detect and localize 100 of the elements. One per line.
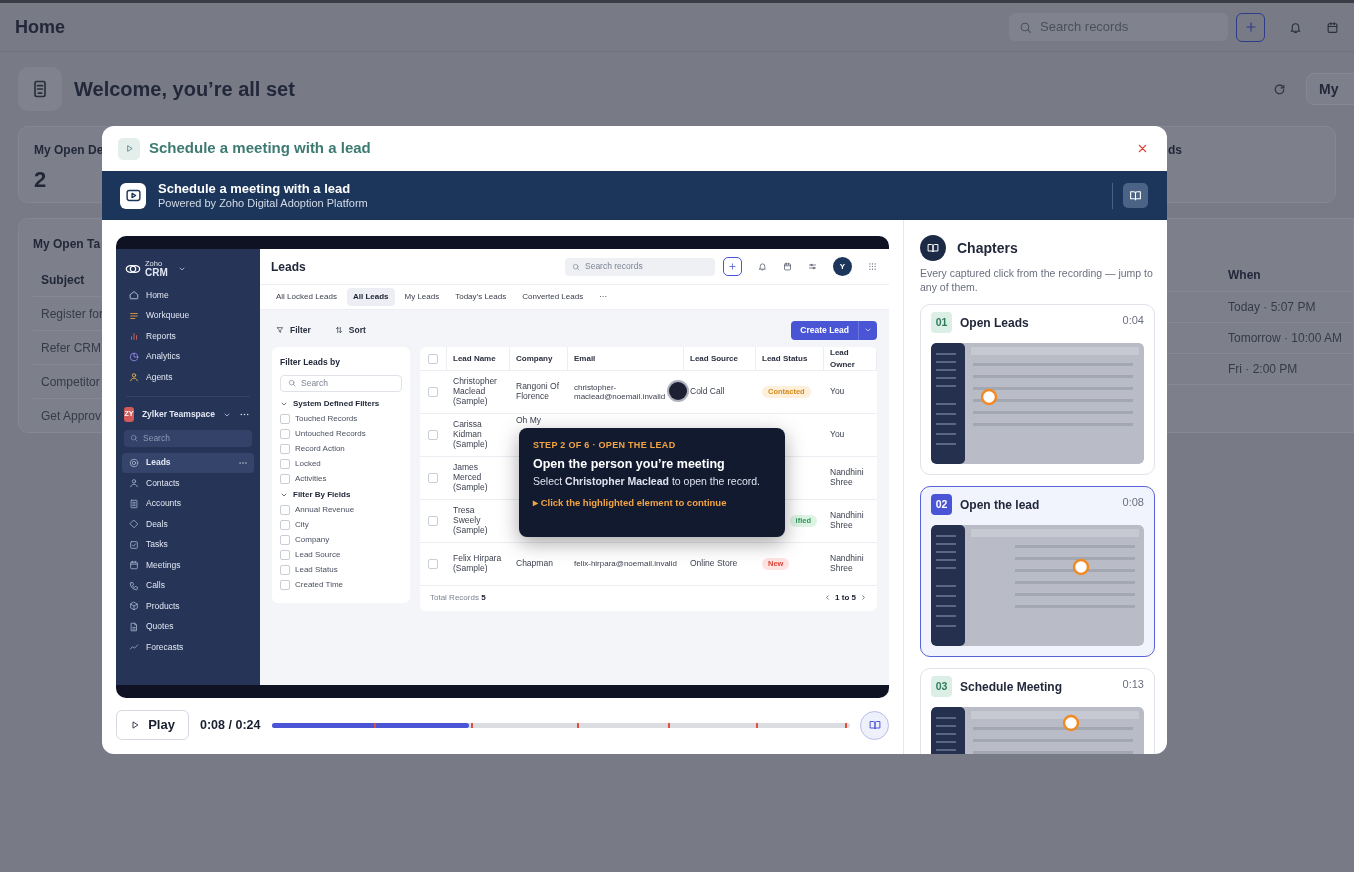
table-cell-text: James Merced (Sample) bbox=[453, 463, 489, 493]
chapters-button[interactable] bbox=[1123, 183, 1148, 208]
add-button[interactable] bbox=[1236, 12, 1265, 42]
more-tabs-button[interactable]: ··· bbox=[593, 288, 614, 306]
checkbox[interactable] bbox=[280, 505, 290, 516]
view-button[interactable]: My bbox=[1306, 73, 1354, 105]
table-cell-text: Nandhini Shree bbox=[830, 468, 865, 488]
checkbox[interactable] bbox=[280, 459, 290, 470]
checkbox[interactable] bbox=[280, 580, 290, 591]
checkbox-label: Annual Revenue bbox=[295, 504, 355, 517]
add-button[interactable] bbox=[723, 257, 742, 276]
chapter-time: 0:13 bbox=[1122, 677, 1144, 693]
funnel-icon bbox=[276, 326, 284, 334]
checkbox-label: Company bbox=[295, 534, 330, 547]
target-icon bbox=[129, 457, 139, 468]
calendar-icon bbox=[783, 262, 792, 271]
filter-group-toggle[interactable]: Filter By Fields bbox=[280, 486, 402, 503]
nav-item[interactable]: Workqueue bbox=[122, 305, 254, 326]
checkbox-label: Lead Source bbox=[295, 549, 341, 562]
column-header: Lead Name bbox=[447, 347, 510, 370]
search-icon bbox=[288, 379, 296, 388]
module-item[interactable]: Meetings bbox=[122, 555, 254, 576]
book-icon bbox=[1129, 189, 1142, 202]
nav-item[interactable]: Agents bbox=[122, 367, 254, 388]
table-cell: You bbox=[830, 387, 845, 397]
checkbox[interactable] bbox=[280, 414, 290, 425]
module-item[interactable]: Products bbox=[122, 596, 254, 617]
total-records: Total Records 5 bbox=[430, 591, 486, 604]
chevron-left-icon bbox=[824, 594, 832, 601]
lines-icon bbox=[129, 310, 139, 321]
checkbox[interactable] bbox=[280, 444, 290, 455]
table-cell: You bbox=[830, 430, 845, 440]
play-button[interactable]: Play bbox=[116, 710, 189, 740]
column-header: Lead Source bbox=[684, 347, 756, 370]
module-item[interactable]: Forecasts bbox=[122, 637, 254, 658]
search-field[interactable]: Search records bbox=[565, 257, 715, 276]
checkbox[interactable] bbox=[280, 565, 290, 576]
create-lead-button[interactable]: Create Lead bbox=[791, 320, 877, 340]
person-icon bbox=[129, 478, 139, 489]
nav-item[interactable]: Analytics bbox=[122, 346, 254, 367]
table-cell-text: Nandhini Shree bbox=[830, 554, 865, 574]
module-item[interactable]: Leads bbox=[122, 452, 254, 473]
phone-icon bbox=[129, 580, 139, 591]
checkbox-label: Lead Status bbox=[295, 564, 338, 577]
card-title: My Open Ta bbox=[33, 236, 101, 253]
play-icon bbox=[130, 720, 141, 730]
step-label: STEP 2 OF 6 · OPEN THE LEAD bbox=[533, 439, 677, 452]
module-item[interactable]: Calls bbox=[122, 575, 254, 596]
chapter-title: Open Leads bbox=[960, 314, 1029, 332]
cube-icon bbox=[129, 601, 139, 612]
checkbox[interactable] bbox=[280, 520, 290, 531]
chapter-card[interactable]: 01 Open Leads 0:04 bbox=[920, 304, 1155, 476]
module-item[interactable]: Accounts bbox=[122, 493, 254, 514]
play-icon bbox=[124, 144, 134, 153]
progress-track[interactable] bbox=[272, 722, 850, 728]
module-item[interactable]: Quotes bbox=[122, 616, 254, 637]
building-icon bbox=[129, 498, 139, 509]
search-icon bbox=[572, 262, 580, 271]
teamspace-name: Zylker Teamspace bbox=[141, 408, 215, 421]
calendar-icon bbox=[129, 560, 139, 571]
sliders-icon bbox=[808, 262, 817, 271]
tab[interactable]: All Leads bbox=[346, 288, 395, 306]
trend-line-icon bbox=[129, 642, 139, 653]
checkbox-label: Activities bbox=[295, 473, 327, 486]
chapters-toggle-button[interactable] bbox=[860, 710, 889, 740]
checkbox[interactable] bbox=[280, 535, 290, 546]
plus-icon bbox=[728, 262, 737, 271]
book-icon bbox=[927, 242, 939, 254]
table-cell: Oh My bbox=[516, 416, 542, 426]
chevron-down-icon bbox=[177, 265, 186, 273]
checkbox[interactable] bbox=[280, 474, 290, 485]
table-cell: Online Store bbox=[690, 559, 738, 569]
chapter-card[interactable]: 03 Schedule Meeting 0:13 bbox=[920, 668, 1155, 754]
chapter-number: 01 bbox=[931, 312, 952, 334]
playback-time: 0:08 / 0:24 bbox=[200, 716, 261, 734]
checkbox[interactable] bbox=[280, 550, 290, 561]
table-cell-text: christopher-maclead@noemail.invalid bbox=[574, 382, 667, 402]
checkbox[interactable] bbox=[428, 559, 438, 569]
table-cell: Cold Call bbox=[690, 387, 725, 397]
close-icon bbox=[1136, 142, 1149, 155]
chapter-time: 0:08 bbox=[1122, 495, 1144, 511]
logo-product: CRM bbox=[145, 266, 168, 278]
chapter-card[interactable]: 02 Open the lead 0:08 bbox=[920, 486, 1155, 658]
module-item[interactable]: Tasks bbox=[122, 534, 254, 555]
avatar[interactable]: Y bbox=[833, 257, 852, 276]
sidebar-search-field[interactable]: Search bbox=[124, 429, 252, 447]
table-cell: felix-hirpara@noemail.invalid bbox=[574, 559, 677, 569]
module-item[interactable]: Deals bbox=[122, 514, 254, 535]
checkbox[interactable] bbox=[428, 353, 438, 364]
checkbox[interactable] bbox=[428, 516, 438, 526]
filter-search-field[interactable]: Search bbox=[280, 374, 402, 392]
house-icon bbox=[129, 290, 139, 301]
module-item[interactable]: Contacts bbox=[122, 473, 254, 494]
table-cell: Chapman bbox=[516, 559, 553, 569]
tooltip-title: Open the person you’re meeting bbox=[533, 455, 726, 473]
checkbox[interactable] bbox=[428, 473, 438, 483]
checkbox[interactable] bbox=[280, 429, 290, 440]
checkbox[interactable] bbox=[428, 387, 438, 397]
chapter-title: Schedule Meeting bbox=[960, 678, 1063, 696]
checkbox[interactable] bbox=[428, 430, 438, 440]
